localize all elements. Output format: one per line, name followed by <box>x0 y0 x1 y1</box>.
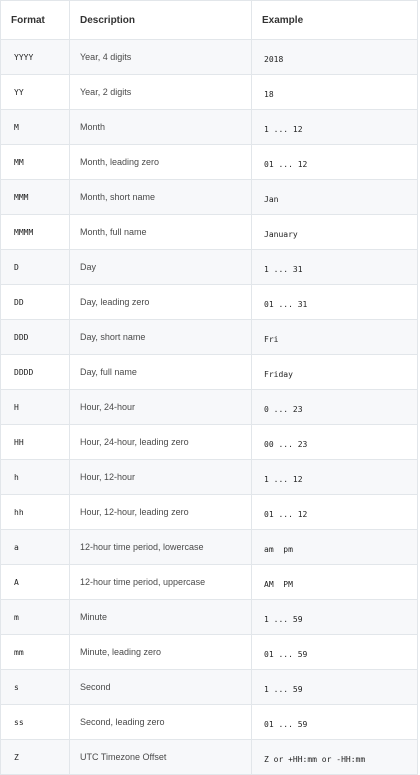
example-cell: Jan <box>251 179 418 215</box>
format-cell: s <box>0 669 70 705</box>
description-cell: 12-hour time period, uppercase <box>69 564 252 600</box>
table-row: Z UTC Timezone Offset Z or +HH:mm or -HH:m… <box>0 739 418 775</box>
table-row: YYYY Year, 4 digits 2018 <box>0 39 418 75</box>
format-cell: MMMM <box>0 214 70 250</box>
example-cell: Friday <box>251 354 418 390</box>
format-cell: D <box>0 249 70 285</box>
table-row: A 12-hour time period, uppercase AM PM <box>0 564 418 600</box>
table-row: DDDD Day, full name Friday <box>0 354 418 390</box>
table-row: hh Hour, 12-hour, leading zero 01 ... 12 <box>0 494 418 530</box>
header-row: Format Description Example <box>0 0 418 40</box>
description-cell: Second, leading zero <box>69 704 252 740</box>
example-cell: 1 ... 59 <box>251 599 418 635</box>
example-cell: 01 ... 12 <box>251 144 418 180</box>
table-body: YYYY Year, 4 digits 2018 YY Year, 2 digits 18… <box>0 39 418 775</box>
table-row: H Hour, 24-hour 0 ... 23 <box>0 389 418 425</box>
example-cell: 1 ... 31 <box>251 249 418 285</box>
format-cell: A <box>0 564 70 600</box>
description-cell: Month, leading zero <box>69 144 252 180</box>
format-cell: YYYY <box>0 39 70 75</box>
description-cell: Day, short name <box>69 319 252 355</box>
format-cell: a <box>0 529 70 565</box>
format-cell: HH <box>0 424 70 460</box>
example-cell: 00 ... 23 <box>251 424 418 460</box>
format-cell: DD <box>0 284 70 320</box>
description-cell: Month, full name <box>69 214 252 250</box>
table-row: DD Day, leading zero 01 ... 31 <box>0 284 418 320</box>
table-row: MM Month, leading zero 01 ... 12 <box>0 144 418 180</box>
table-row: MMM Month, short name Jan <box>0 179 418 215</box>
example-cell: January <box>251 214 418 250</box>
format-cell: hh <box>0 494 70 530</box>
description-cell: Hour, 12-hour <box>69 459 252 495</box>
example-cell: 0 ... 23 <box>251 389 418 425</box>
example-cell: am pm <box>251 529 418 565</box>
example-cell: 2018 <box>251 39 418 75</box>
description-cell: Month, short name <box>69 179 252 215</box>
table-row: s Second 1 ... 59 <box>0 669 418 705</box>
header-example: Example <box>251 0 418 40</box>
table-row: m Minute 1 ... 59 <box>0 599 418 635</box>
format-cell: H <box>0 389 70 425</box>
table-row: DDD Day, short name Fri <box>0 319 418 355</box>
table-row: mm Minute, leading zero 01 ... 59 <box>0 634 418 670</box>
example-cell: 01 ... 12 <box>251 494 418 530</box>
example-cell: 18 <box>251 74 418 110</box>
description-cell: Year, 4 digits <box>69 39 252 75</box>
description-cell: Second <box>69 669 252 705</box>
format-cell: YY <box>0 74 70 110</box>
header-format: Format <box>0 0 70 40</box>
table-row: HH Hour, 24-hour, leading zero 00 ... 23 <box>0 424 418 460</box>
description-cell: Year, 2 digits <box>69 74 252 110</box>
example-cell: Z or +HH:mm or -HH:mm <box>251 739 418 775</box>
table-row: M Month 1 ... 12 <box>0 109 418 145</box>
example-cell: 01 ... 31 <box>251 284 418 320</box>
table-row: ss Second, leading zero 01 ... 59 <box>0 704 418 740</box>
format-cell: mm <box>0 634 70 670</box>
table-row: D Day 1 ... 31 <box>0 249 418 285</box>
description-cell: UTC Timezone Offset <box>69 739 252 775</box>
description-cell: Minute, leading zero <box>69 634 252 670</box>
example-cell: 1 ... 12 <box>251 109 418 145</box>
format-cell: h <box>0 459 70 495</box>
description-cell: Day, full name <box>69 354 252 390</box>
format-cell: DDD <box>0 319 70 355</box>
header-description: Description <box>69 0 252 40</box>
format-cell: ss <box>0 704 70 740</box>
example-cell: 01 ... 59 <box>251 704 418 740</box>
format-cell: m <box>0 599 70 635</box>
example-cell: 01 ... 59 <box>251 634 418 670</box>
format-cell: Z <box>0 739 70 775</box>
description-cell: Month <box>69 109 252 145</box>
table-header: Format Description Example <box>0 0 418 40</box>
description-cell: Hour, 24-hour <box>69 389 252 425</box>
table-row: h Hour, 12-hour 1 ... 12 <box>0 459 418 495</box>
example-cell: AM PM <box>251 564 418 600</box>
format-cell: DDDD <box>0 354 70 390</box>
description-cell: Hour, 24-hour, leading zero <box>69 424 252 460</box>
example-cell: 1 ... 59 <box>251 669 418 705</box>
description-cell: Minute <box>69 599 252 635</box>
table-row: YY Year, 2 digits 18 <box>0 74 418 110</box>
description-cell: 12-hour time period, lowercase <box>69 529 252 565</box>
description-cell: Day, leading zero <box>69 284 252 320</box>
description-cell: Day <box>69 249 252 285</box>
table-row: MMMM Month, full name January <box>0 214 418 250</box>
description-cell: Hour, 12-hour, leading zero <box>69 494 252 530</box>
format-cell: MMM <box>0 179 70 215</box>
table-row: a 12-hour time period, lowercase am pm <box>0 529 418 565</box>
date-format-table: Format Description Example YYYY Year, 4 d… <box>0 0 418 775</box>
example-cell: 1 ... 12 <box>251 459 418 495</box>
format-cell: M <box>0 109 70 145</box>
format-cell: MM <box>0 144 70 180</box>
example-cell: Fri <box>251 319 418 355</box>
